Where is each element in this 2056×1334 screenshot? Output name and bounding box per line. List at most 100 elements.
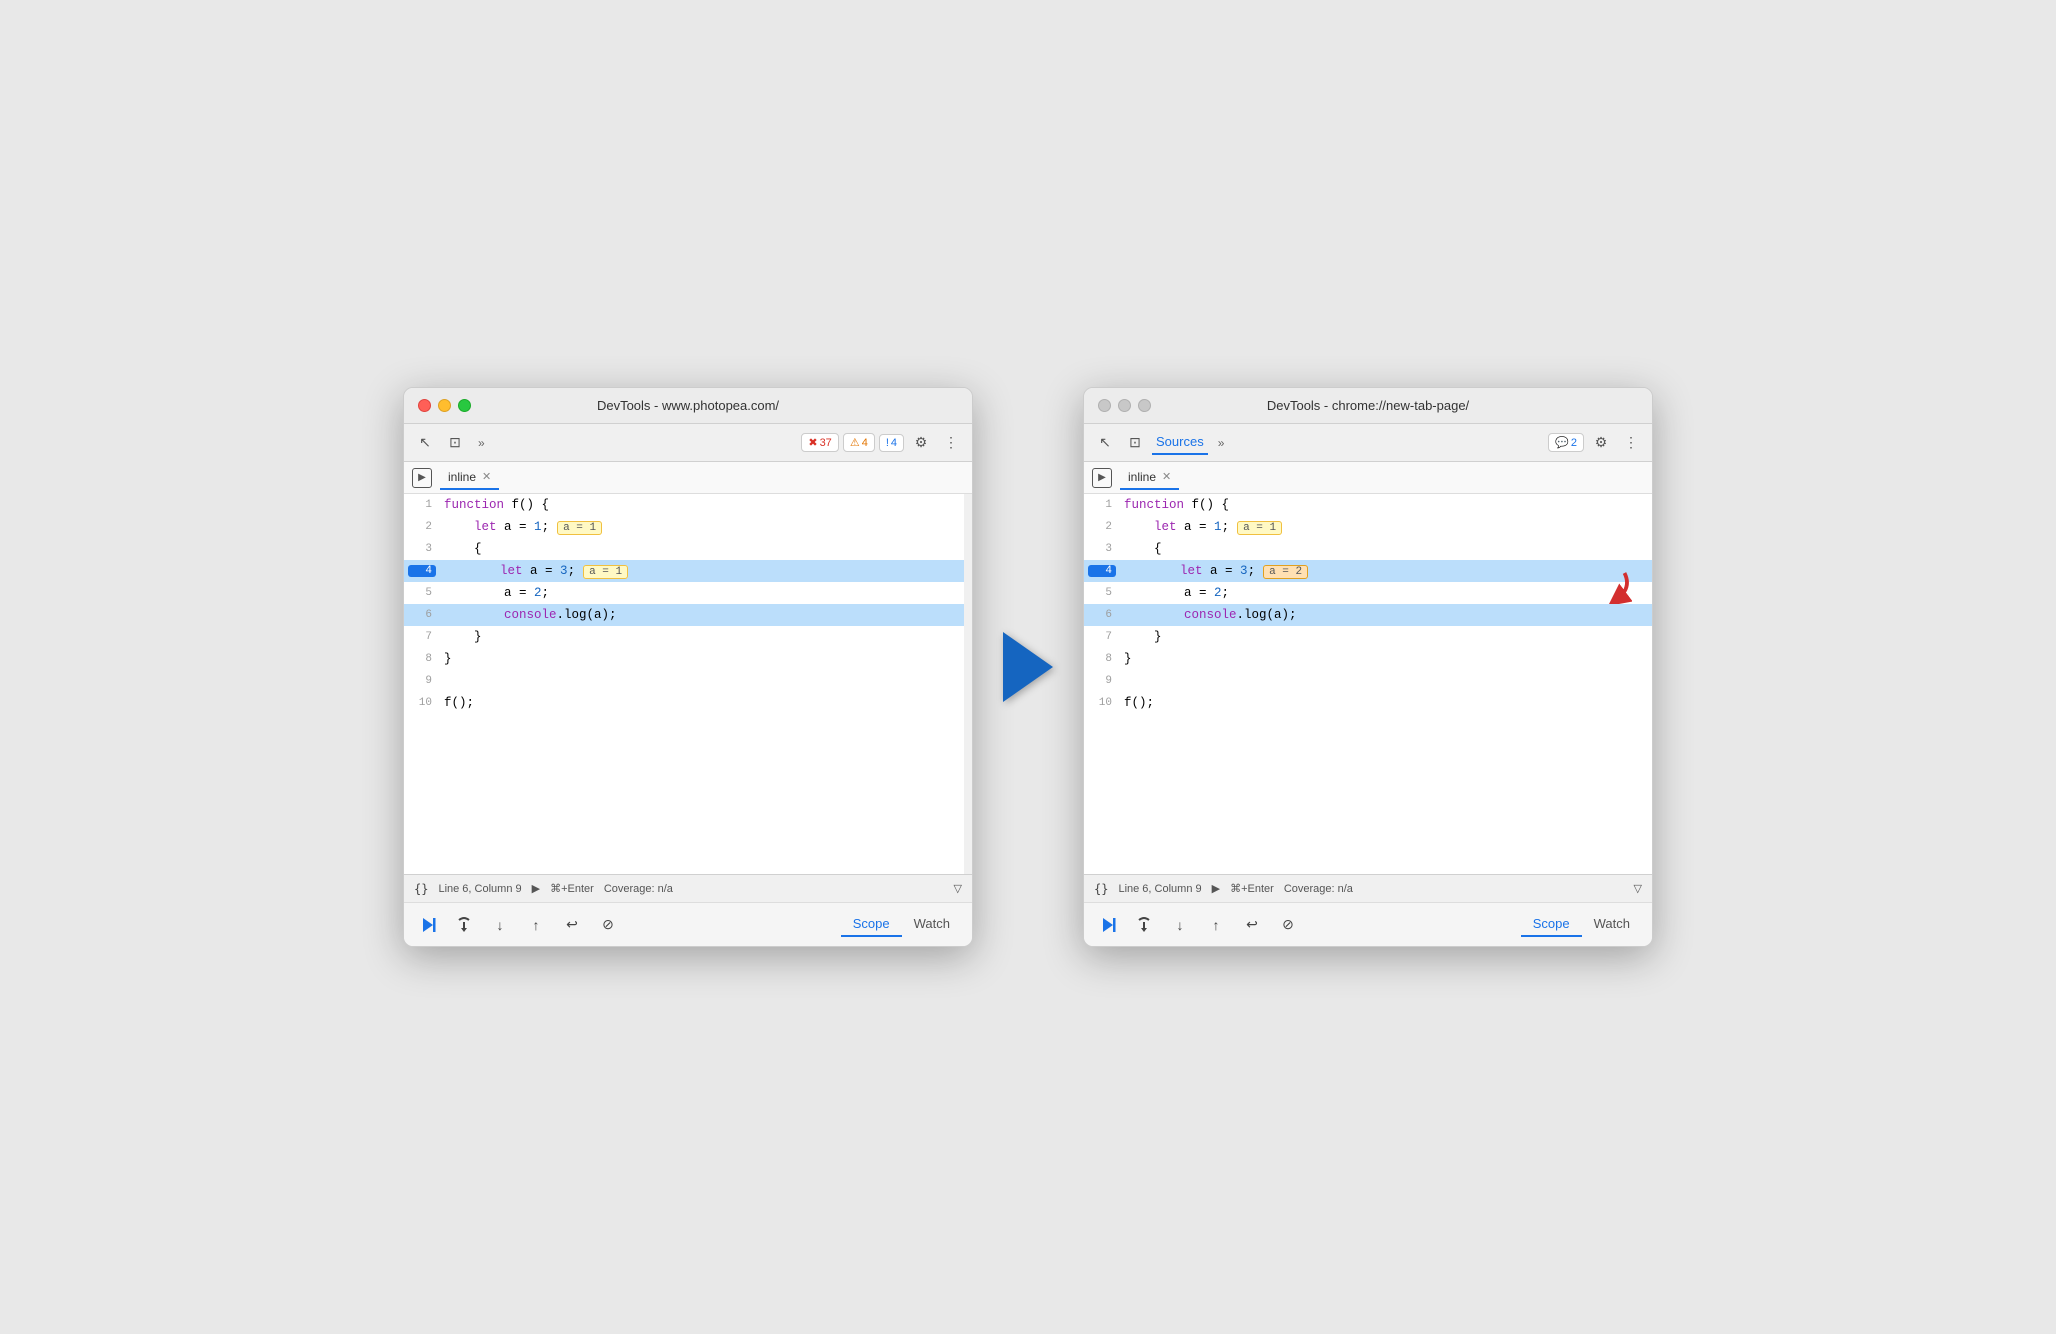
line-num-9: 9 [404, 675, 440, 687]
scrollbar-1[interactable] [964, 494, 972, 874]
minimize-button-2[interactable] [1118, 399, 1131, 412]
file-tab-label-1: inline [448, 470, 476, 484]
run-icon-2[interactable]: ▶ [1092, 468, 1112, 488]
status-coverage-2: Coverage: n/a [1284, 883, 1353, 895]
step-into-btn-2[interactable]: ↓ [1166, 911, 1194, 939]
devtools-window-2: DevTools - chrome://new-tab-page/ ↖ ⊡ So… [1083, 387, 1653, 947]
deactivate-btn-2[interactable]: ⊘ [1274, 911, 1302, 939]
more-menu-icon[interactable]: ⋮ [938, 430, 964, 456]
inline-val-2: a = 1 [557, 521, 602, 535]
maximize-button-2[interactable] [1138, 399, 1151, 412]
cursor-icon[interactable]: ↖ [412, 430, 438, 456]
line-num-2-2: 2 [1084, 521, 1120, 533]
line-content-2-2: let a = 1;a = 1 [1120, 516, 1652, 539]
sources-tab-2[interactable]: Sources [1152, 434, 1208, 455]
line-content-2: let a = 1;a = 1 [440, 516, 972, 539]
info-badge[interactable]: ! 4 [879, 434, 904, 452]
code-line-4: 4 let a = 3;a = 1 [404, 560, 972, 582]
resume-btn-1[interactable] [414, 911, 442, 939]
layers-icon[interactable]: ⊡ [442, 430, 468, 456]
status-coverage-1: Coverage: n/a [604, 883, 673, 895]
code-line-2-4: 4 let a = 3;a = 2 [1084, 560, 1652, 582]
line-num-2-9: 9 [1084, 675, 1120, 687]
badges-1: ✖ 37 ⚠ 4 ! 4 [801, 433, 904, 452]
line-num-2-6: 6 [1084, 609, 1120, 621]
scope-tab-2[interactable]: Scope [1521, 912, 1582, 937]
error-count: 37 [820, 437, 832, 449]
step-into-btn-1[interactable]: ↓ [486, 911, 514, 939]
line-content-7: } [440, 626, 972, 648]
file-tab-inline-1[interactable]: inline ✕ [440, 466, 499, 490]
line-num-2-5: 5 [1084, 587, 1120, 599]
format-icon-1[interactable]: {} [414, 882, 428, 896]
status-scroll-1[interactable]: ▽ [954, 882, 962, 895]
line-content-2-6: console.log(a); [1120, 604, 1652, 626]
status-bar-2: {} Line 6, Column 9 ▶ ⌘+Enter Coverage: … [1084, 874, 1652, 902]
more-menu-icon-2[interactable]: ⋮ [1618, 430, 1644, 456]
settings-icon-2[interactable]: ⚙ [1588, 430, 1614, 456]
code-line-2: 2 let a = 1;a = 1 [404, 516, 972, 538]
inline-val-4: a = 1 [583, 565, 628, 579]
maximize-button[interactable] [458, 399, 471, 412]
line-num-5: 5 [404, 587, 440, 599]
more-tabs-icon-2[interactable]: » [1212, 434, 1231, 452]
error-badge[interactable]: ✖ 37 [801, 433, 838, 452]
blue-arrow-icon [1003, 632, 1053, 702]
file-tab-close-2[interactable]: ✕ [1162, 470, 1171, 483]
step-out-btn-2[interactable]: ↑ [1202, 911, 1230, 939]
inline-val-2-2: a = 1 [1237, 521, 1282, 535]
status-position-2: Line 6, Column 9 [1118, 883, 1201, 895]
step-back-btn-2[interactable]: ↩ [1238, 911, 1266, 939]
toolbar-1: ↖ ⊡ » ✖ 37 ⚠ 4 ! 4 ⚙ ⋮ [404, 424, 972, 462]
warn-badge[interactable]: ⚠ 4 [843, 433, 875, 452]
inline-val-2-4: a = 2 [1263, 565, 1308, 579]
code-line-2-3: 3 { [1084, 538, 1652, 560]
layers-icon-2[interactable]: ⊡ [1122, 430, 1148, 456]
file-tab-label-2: inline [1128, 470, 1156, 484]
line-num-7: 7 [404, 631, 440, 643]
watch-tab-2[interactable]: Watch [1582, 912, 1642, 937]
line-num-4: 4 [408, 565, 436, 577]
warn-count: 4 [862, 437, 868, 449]
file-tab-inline-2[interactable]: inline ✕ [1120, 466, 1179, 490]
minimize-button[interactable] [438, 399, 451, 412]
code-line-6: 6 console.log(a); [404, 604, 972, 626]
code-line-2-7: 7 } [1084, 626, 1652, 648]
file-tab-bar-2: ▶ inline ✕ [1084, 462, 1652, 494]
close-button-2[interactable] [1098, 399, 1111, 412]
status-run-1: ▶ [532, 882, 540, 895]
watch-tab-1[interactable]: Watch [902, 912, 962, 937]
code-line-5: 5 a = 2; [404, 582, 972, 604]
window-title-1: DevTools - www.photopea.com/ [597, 398, 779, 413]
step-over-btn-1[interactable] [450, 911, 478, 939]
scope-tab-1[interactable]: Scope [841, 912, 902, 937]
step-out-btn-1[interactable]: ↑ [522, 911, 550, 939]
title-bar-1: DevTools - www.photopea.com/ [404, 388, 972, 424]
status-scroll-2[interactable]: ▽ [1634, 882, 1642, 895]
code-line-2-1: 1 function f() { [1084, 494, 1652, 516]
info-icon: ! [886, 437, 889, 449]
cursor-icon-2[interactable]: ↖ [1092, 430, 1118, 456]
resume-btn-2[interactable] [1094, 911, 1122, 939]
code-line-10: 10 f(); [404, 692, 972, 714]
run-icon-1[interactable]: ▶ [412, 468, 432, 488]
format-icon-2[interactable]: {} [1094, 882, 1108, 896]
line-num-2-7: 7 [1084, 631, 1120, 643]
line-content-2-5: a = 2; [1120, 582, 1652, 604]
more-tabs-icon[interactable]: » [472, 434, 491, 452]
file-tab-close-1[interactable]: ✕ [482, 470, 491, 483]
window-title-2: DevTools - chrome://new-tab-page/ [1267, 398, 1469, 413]
code-line-2-5: 5 a = 2; [1084, 582, 1652, 604]
step-back-btn-1[interactable]: ↩ [558, 911, 586, 939]
code-area-2: 1 function f() { 2 let a = 1;a = 1 3 { 4… [1084, 494, 1652, 874]
deactivate-btn-1[interactable]: ⊘ [594, 911, 622, 939]
debug-toolbar-1: ↓ ↑ ↩ ⊘ Scope Watch [404, 902, 972, 946]
close-button[interactable] [418, 399, 431, 412]
code-line-2-10: 10 f(); [1084, 692, 1652, 714]
chat-badge[interactable]: 💬 2 [1548, 433, 1584, 452]
step-over-btn-2[interactable] [1130, 911, 1158, 939]
settings-icon[interactable]: ⚙ [908, 430, 934, 456]
chat-count: 2 [1571, 437, 1577, 449]
title-bar-2: DevTools - chrome://new-tab-page/ [1084, 388, 1652, 424]
error-icon: ✖ [808, 436, 817, 449]
